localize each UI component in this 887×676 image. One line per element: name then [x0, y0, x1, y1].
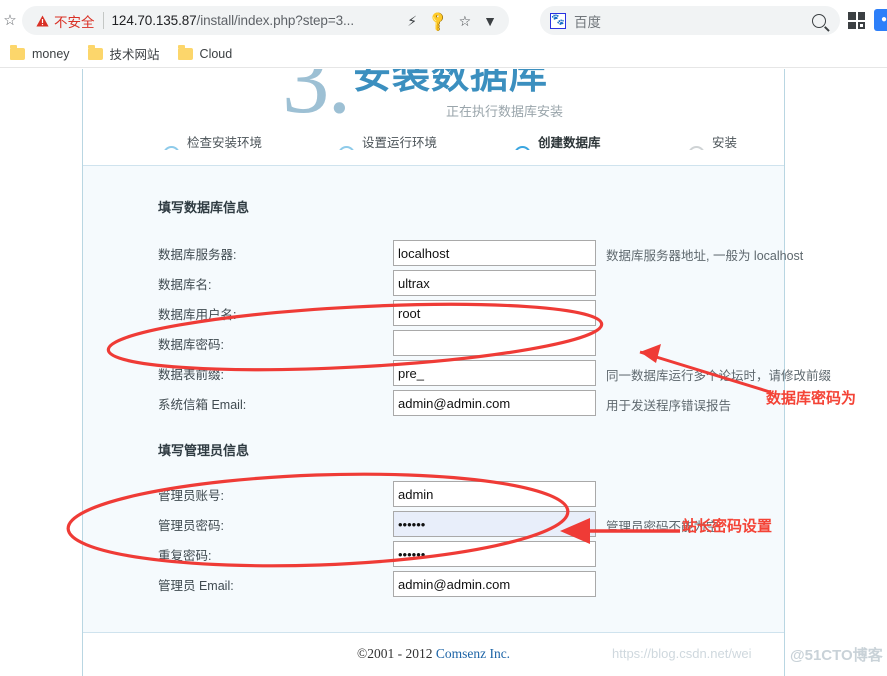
db-server-input[interactable] [393, 240, 596, 266]
browser-toolbar: ☆ 不安全 124.70.135.87/install/index.php?st… [0, 0, 887, 40]
copyright-prefix: ©2001 - 2012 [356, 646, 436, 661]
url-path: /install/index.php?step=3... [196, 13, 355, 28]
field-hint: 同一数据库运行多个论坛时，请修改前缀 [606, 369, 832, 383]
field-label: 数据库用户名: [158, 308, 237, 322]
field-row-admin-password-repeat: 重复密码: [158, 541, 718, 567]
step-dot [163, 146, 180, 150]
address-bar[interactable]: 不安全 124.70.135.87/install/index.php?step… [22, 6, 509, 35]
db-username-input[interactable] [393, 300, 596, 326]
page-subtitle: 正在执行数据库安装 [446, 104, 564, 119]
not-secure-warning-icon [36, 15, 49, 27]
baidu-icon: 🐾 [550, 12, 566, 29]
field-row-db-user: 数据库用户名: [158, 300, 718, 326]
field-row-db-name: 数据库名: [158, 270, 718, 296]
bookmark-item-cloud[interactable]: Cloud [177, 44, 233, 61]
omnibox-action-icons: ⚡ 🔑 ☆ ▼ [407, 9, 497, 33]
not-secure-label: 不安全 [54, 14, 95, 30]
field-row-admin-account: 管理员账号: [158, 481, 718, 507]
install-header: 3. 安装数据库 正在执行数据库安装 检查安装环境 设置运行环境 创建数据库 安… [83, 69, 784, 150]
step-label: 安装 [712, 136, 738, 150]
key-icon[interactable]: 🔑 [426, 9, 450, 33]
db-section-title: 填写数据库信息 [158, 200, 250, 215]
admin-password-repeat-input[interactable] [393, 541, 596, 567]
page-viewport: 3. 安装数据库 正在执行数据库安装 检查安装环境 设置运行环境 创建数据库 安… [0, 69, 887, 676]
field-row-admin-email: 管理员 Email: [158, 571, 718, 597]
copyright-company: Comsenz Inc. [435, 646, 511, 661]
field-label: 数据库密码: [158, 338, 224, 352]
folder-icon [177, 44, 193, 60]
extension-icon[interactable]: ● [874, 9, 887, 31]
field-hint: 用于发送程序错误报告 [606, 399, 732, 413]
field-row-admin-password: 管理员密码: 管理员密码不能为空 [158, 511, 719, 537]
field-label: 系统信箱 Email: [158, 398, 247, 412]
bookmark-star-icon[interactable]: ☆ [1, 12, 19, 30]
qrcode-icon[interactable] [848, 12, 865, 29]
field-label: 数据库名: [158, 278, 212, 292]
admin-password-input[interactable] [393, 511, 596, 537]
admin-email-input[interactable] [393, 571, 596, 597]
step-label: 创建数据库 [538, 136, 601, 150]
omnibox-divider [102, 12, 104, 29]
db-password-input[interactable] [393, 330, 596, 356]
field-row-db-password: 数据库密码: [158, 330, 718, 356]
field-hint: 数据库服务器地址, 一般为 localhost [606, 249, 804, 263]
search-input[interactable]: 百度 [574, 11, 601, 31]
chevron-down-icon[interactable]: ▼ [483, 14, 497, 28]
watermark-site: @51CTO博客 [790, 647, 883, 664]
step-number: 3. [282, 69, 351, 133]
folder-icon [10, 44, 25, 60]
step-dot [338, 146, 355, 150]
step-dot [688, 146, 705, 150]
step-progress-bar: 检查安装环境 设置运行环境 创建数据库 安装 [83, 132, 784, 150]
db-name-input[interactable] [393, 270, 596, 296]
bookmark-label: 技术网站 [109, 48, 160, 62]
admin-account-input[interactable] [393, 481, 596, 507]
bookmark-label: money [32, 46, 70, 61]
folder-icon [87, 44, 103, 60]
field-row-table-prefix: 数据表前缀: 同一数据库运行多个论坛时，请修改前缀 [158, 360, 831, 386]
field-label: 数据表前缀: [158, 368, 224, 382]
bookmarks-bar: money 技术网站 Cloud [0, 40, 887, 68]
star-icon[interactable]: ☆ [459, 14, 472, 28]
bolt-icon[interactable]: ⚡ [407, 14, 417, 28]
field-label: 管理员密码: [158, 519, 224, 533]
field-label: 数据库服务器: [158, 248, 237, 262]
watermark-blog-url: https://blog.csdn.net/wei [612, 646, 752, 661]
page-title: 安装数据库 [353, 69, 549, 97]
admin-section-title: 填写管理员信息 [158, 443, 250, 458]
bookmark-label: Cloud [199, 46, 233, 61]
field-label: 管理员 Email: [158, 579, 234, 593]
bookmark-item-money[interactable]: money [10, 44, 70, 61]
screenshot-root: ☆ 不安全 124.70.135.87/install/index.php?st… [0, 0, 887, 676]
bookmark-item-tech[interactable]: 技术网站 [87, 44, 160, 63]
url-text: 124.70.135.87/install/index.php?step=3..… [111, 13, 355, 28]
field-hint: 管理员密码不能为空 [606, 520, 719, 534]
search-icon[interactable] [812, 13, 826, 28]
field-row-system-email: 系统信箱 Email: 用于发送程序错误报告 [158, 390, 731, 416]
system-email-input[interactable] [393, 390, 596, 416]
install-form: 填写数据库信息 数据库服务器: 数据库服务器地址, 一般为 localhost … [83, 165, 831, 632]
step-dot [514, 146, 531, 150]
step-label: 设置运行环境 [362, 136, 438, 150]
field-row-db-server: 数据库服务器: 数据库服务器地址, 一般为 localhost [158, 240, 803, 266]
url-host: 124.70.135.87 [111, 13, 197, 28]
table-prefix-input[interactable] [393, 360, 596, 386]
field-label: 管理员账号: [158, 489, 224, 503]
search-bar[interactable]: 🐾 百度 [540, 6, 840, 35]
step-label: 检查安装环境 [187, 136, 263, 150]
field-label: 重复密码: [158, 549, 212, 563]
install-container: 3. 安装数据库 正在执行数据库安装 检查安装环境 设置运行环境 创建数据库 安… [82, 69, 831, 676]
